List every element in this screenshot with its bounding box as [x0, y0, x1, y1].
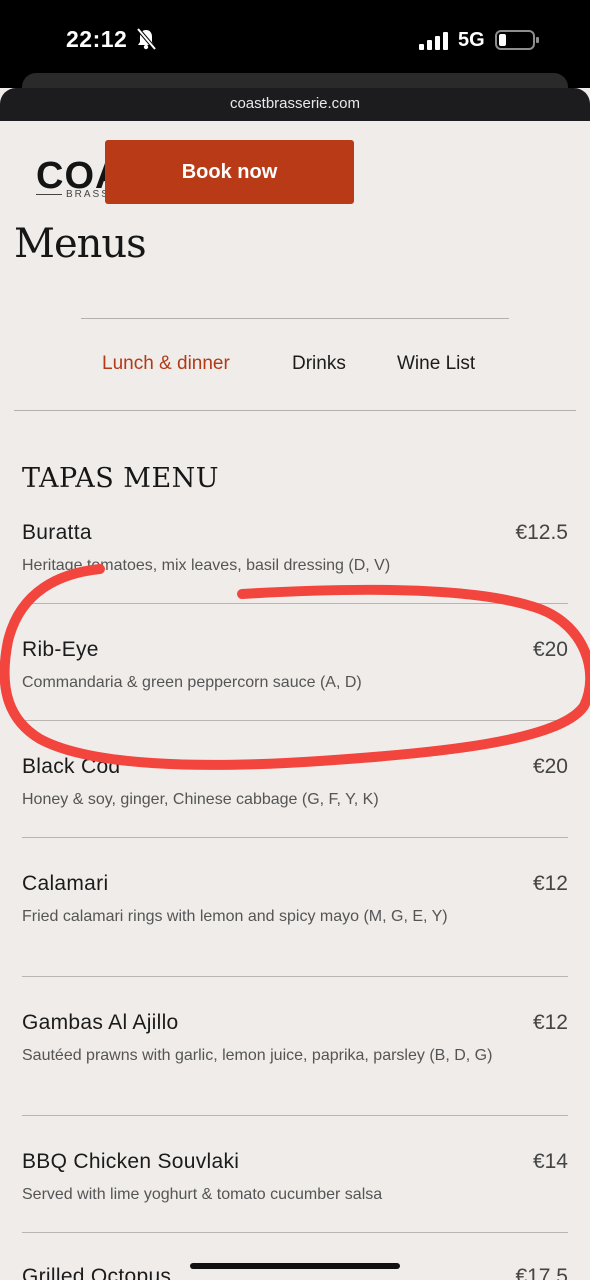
bell-muted-icon: [136, 28, 156, 50]
status-time: 22:12: [66, 26, 128, 52]
url-text[interactable]: coastbrasserie.com: [0, 95, 590, 112]
battery-icon: [495, 30, 539, 50]
home-indicator[interactable]: [190, 1263, 400, 1269]
network-type: 5G: [458, 29, 485, 51]
web-page: COA BRASSE Book now Menus Lunch & dinner…: [0, 121, 590, 1280]
annotation-scribble: [0, 564, 590, 770]
signal-icon: [419, 32, 448, 50]
